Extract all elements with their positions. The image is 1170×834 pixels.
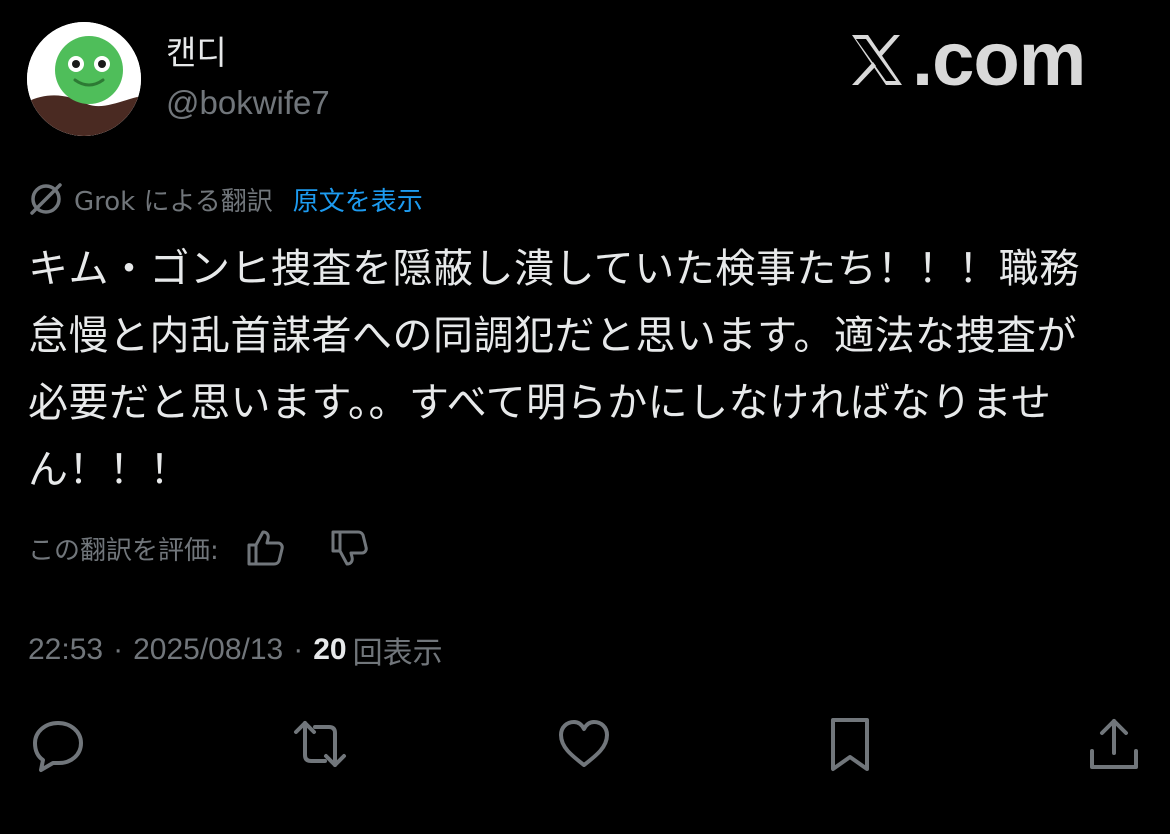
x-logo-icon: [852, 35, 902, 85]
avatar[interactable]: [27, 22, 141, 136]
bookmark-button[interactable]: [818, 712, 882, 776]
post-text: キム・ゴンヒ捜査を隠蔽し潰していた検事たち！！！職務 怠慢と内乱首謀者への同調犯…: [28, 246, 1080, 493]
user-handle[interactable]: @bokwife7: [166, 86, 330, 119]
post-date[interactable]: 2025/08/13: [133, 633, 283, 667]
like-button[interactable]: [552, 712, 616, 776]
x-com-watermark: .com: [846, 17, 1086, 102]
post-meta: 22:53 · 2025/08/13 · 20 回表示: [28, 628, 443, 672]
reply-button[interactable]: [26, 712, 90, 776]
thumbs-up-icon[interactable]: [243, 526, 287, 570]
heart-icon: [559, 720, 609, 767]
thumbs-down-icon[interactable]: [327, 526, 371, 570]
repost-icon: [294, 721, 346, 767]
green-smiley-avatar-icon: [27, 22, 141, 136]
share-icon: [1090, 719, 1138, 769]
action-bar: [0, 712, 1170, 782]
meta-separator: ·: [113, 633, 124, 666]
grok-translation-label: Grok による翻訳: [74, 186, 273, 217]
post-time[interactable]: 22:53: [28, 633, 103, 667]
show-original-link[interactable]: 原文を表示: [293, 181, 423, 218]
views-count: 20: [313, 633, 347, 666]
translation-header: Grok による翻訳 原文を表示: [28, 180, 423, 218]
views-label: 回表示: [352, 637, 443, 670]
rate-translation-row: この翻訳を評価:: [28, 526, 371, 570]
repost-button[interactable]: [288, 712, 352, 776]
watermark-domain: .com: [912, 17, 1086, 102]
grok-icon: [30, 183, 62, 215]
share-button[interactable]: [1082, 712, 1146, 776]
meta-separator: ·: [293, 633, 304, 666]
bookmark-icon: [831, 718, 869, 771]
display-name[interactable]: 캔디: [166, 36, 227, 69]
reply-icon: [33, 721, 83, 772]
rate-translation-label: この翻訳を評価:: [28, 535, 219, 566]
